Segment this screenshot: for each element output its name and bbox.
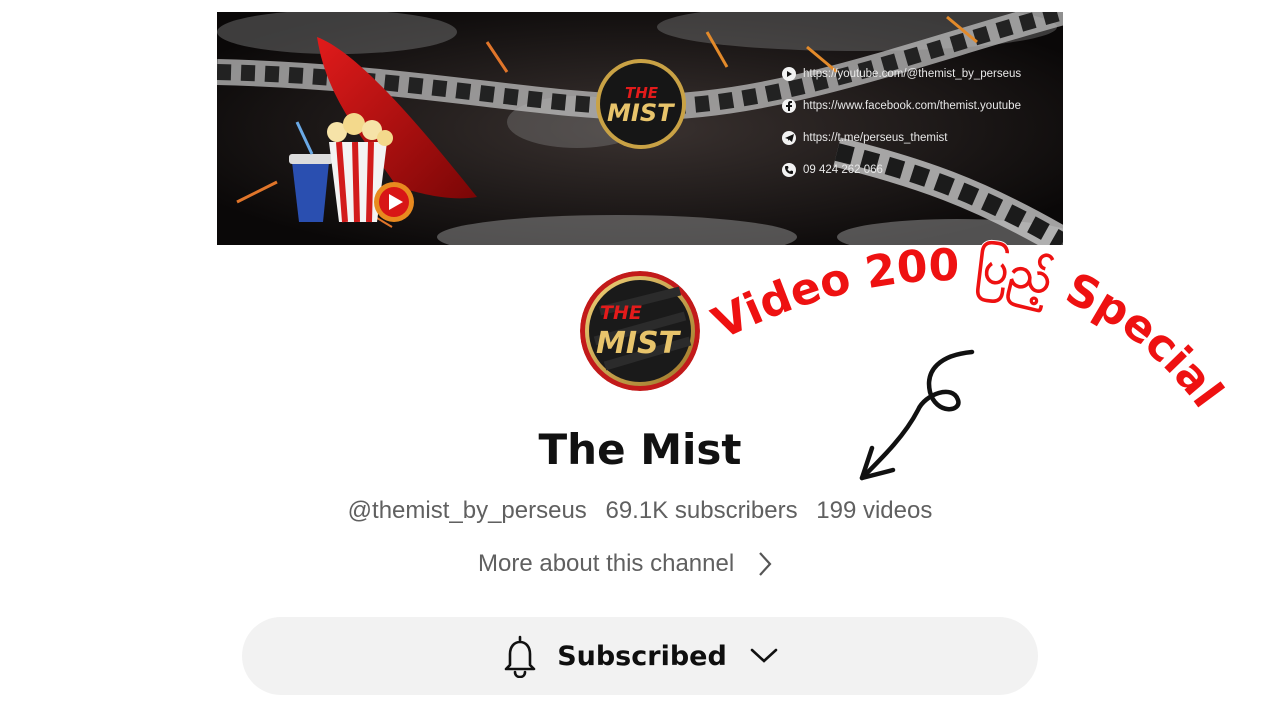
video-200-annotation: Video 200 ပြည့် Special [704,238,1234,481]
video-200-special-text: Video 200 ပြည့် Special [705,239,1233,417]
arrow-icon [859,349,975,481]
overlay-text-path: Video 200 ပြည့် Special [704,238,1234,418]
